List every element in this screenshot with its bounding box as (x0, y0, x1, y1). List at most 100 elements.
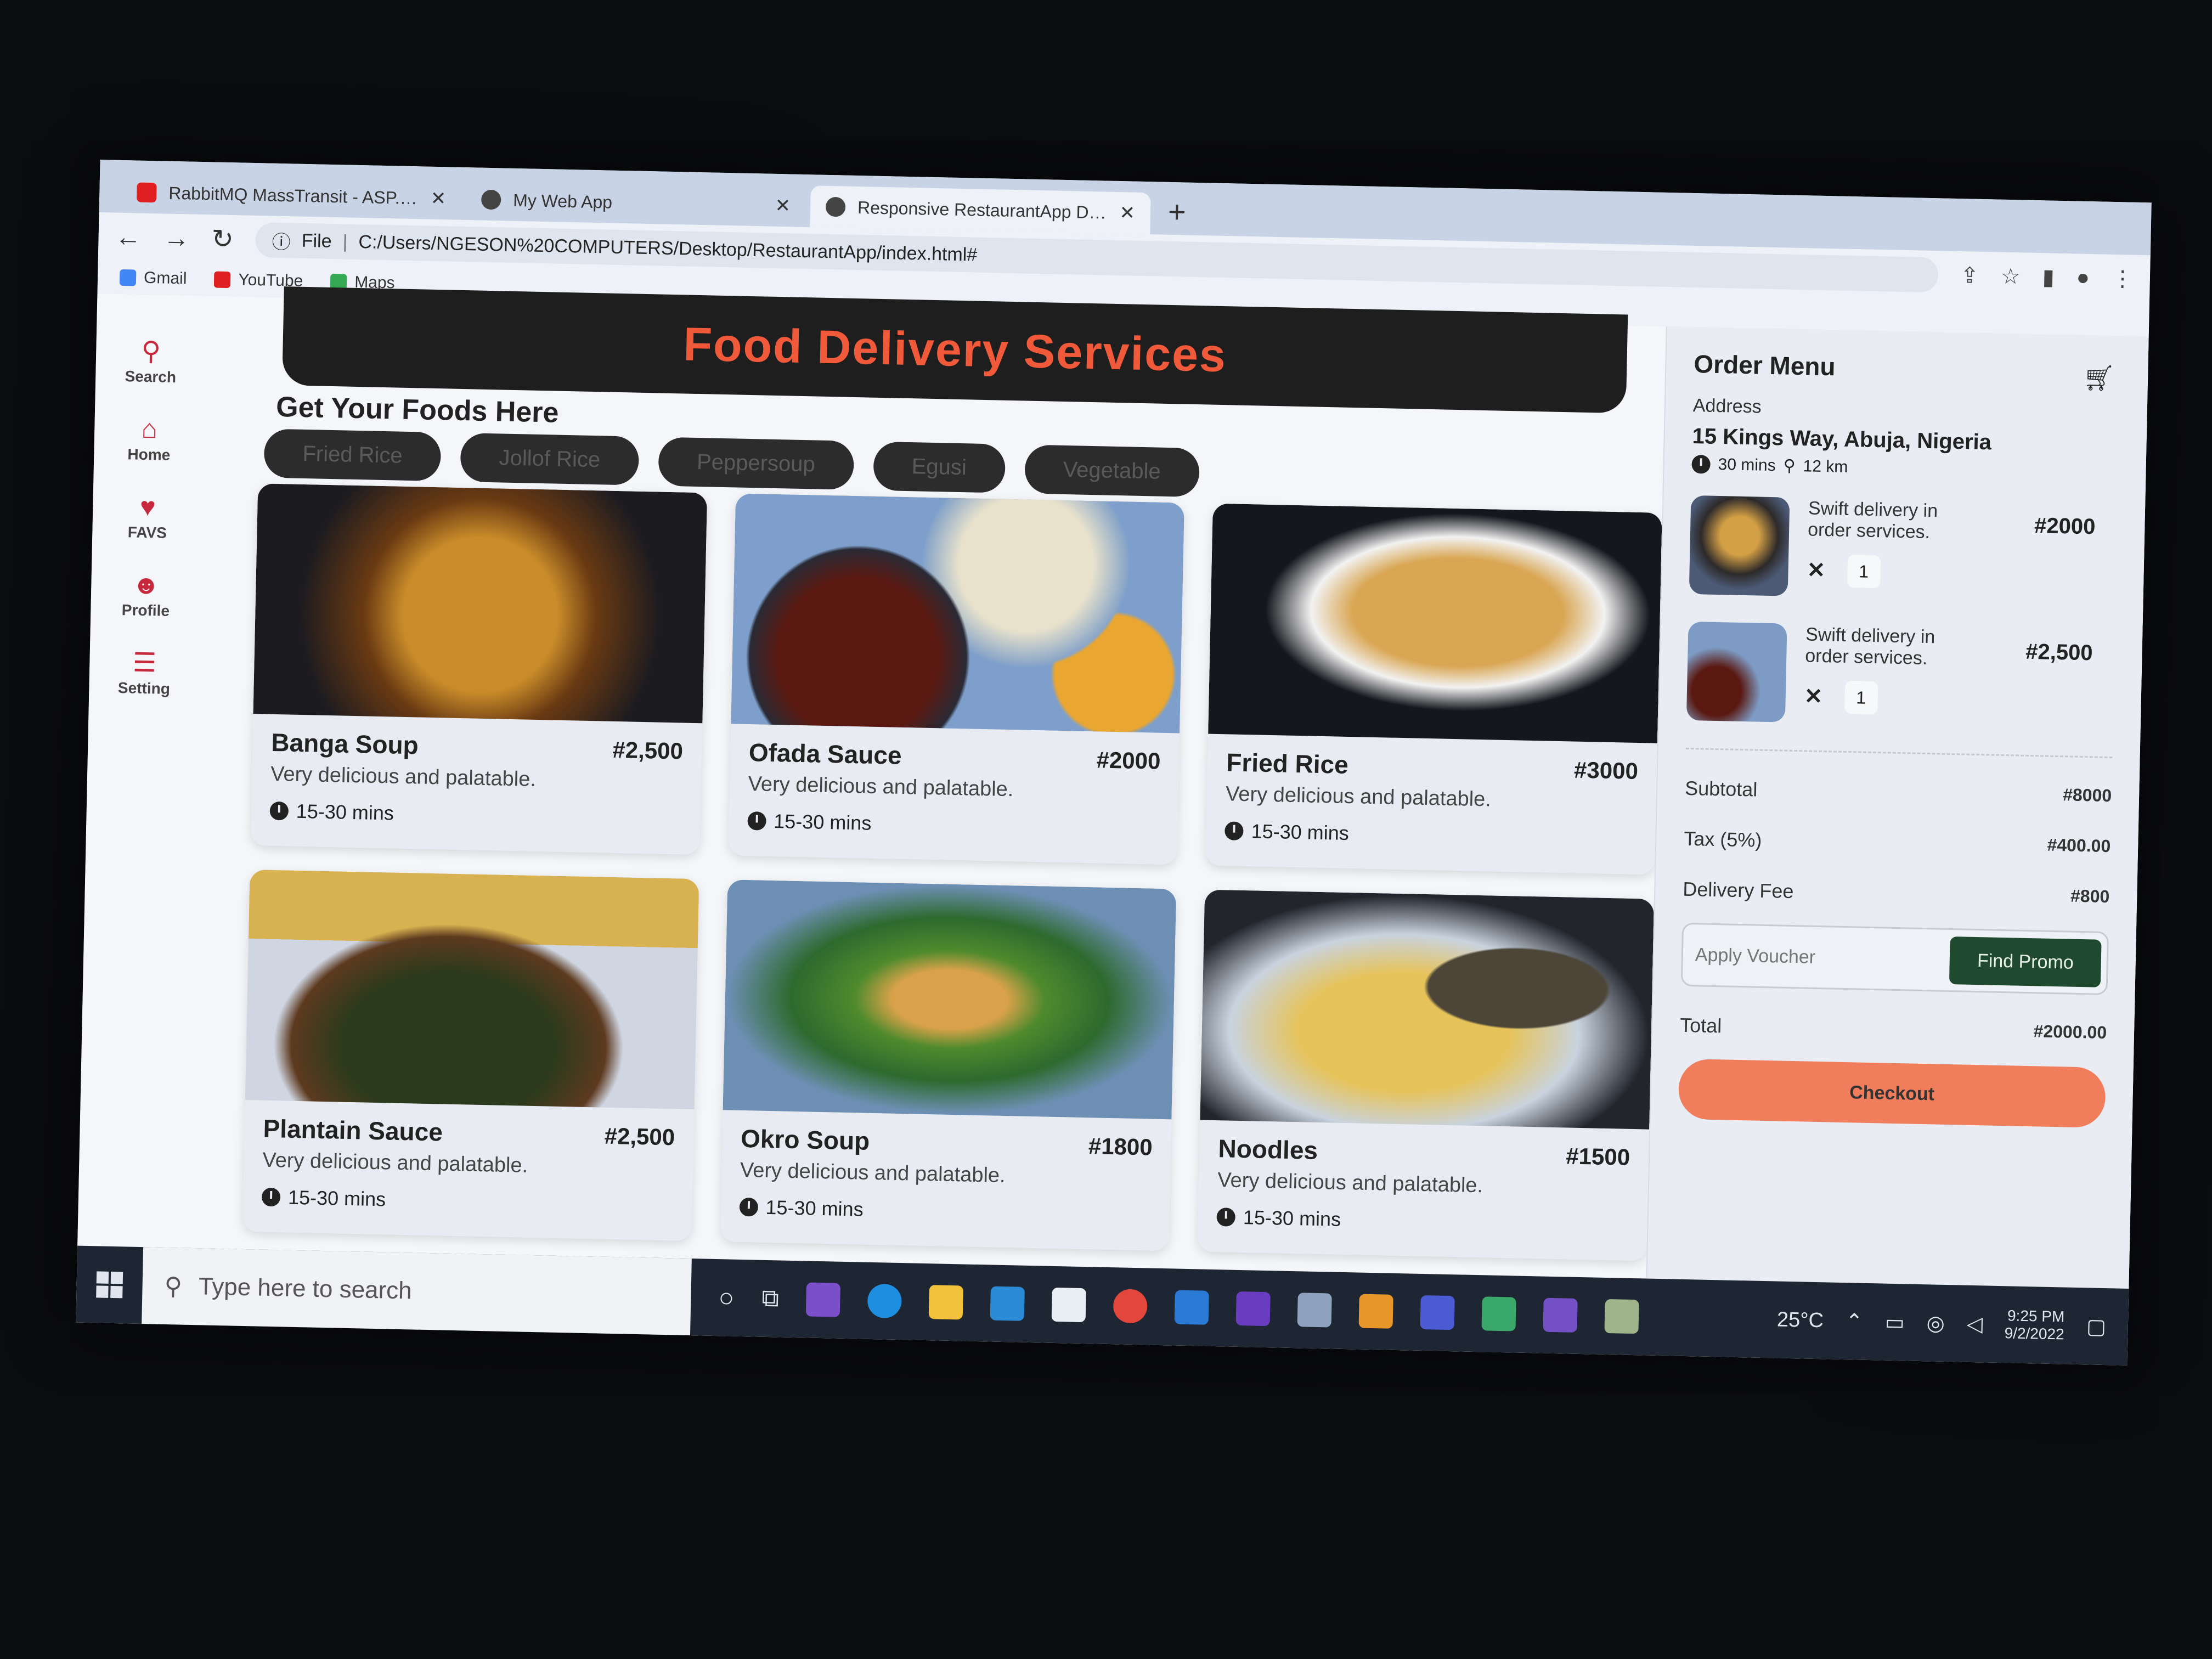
visual-studio-icon[interactable] (806, 1282, 841, 1317)
volume-icon[interactable]: ◁ (1966, 1311, 1983, 1336)
tab-my-web-app[interactable]: My Web App ✕ (465, 178, 806, 227)
sidebar-item-setting[interactable]: ☰ Setting (118, 648, 171, 698)
bookmark-star-icon[interactable]: ☆ (2000, 264, 2021, 290)
teams-icon[interactable] (1420, 1295, 1455, 1330)
tax-label: Tax (5%) (1683, 827, 1762, 851)
clock-icon (739, 1197, 758, 1217)
filter-chip[interactable]: Egusi (872, 441, 1006, 493)
food-card[interactable]: Banga Soup #2,500 Very delicious and pal… (250, 483, 707, 855)
laptop-screen: RabbitMQ MassTransit - ASP.NET ✕ My Web … (76, 160, 2152, 1365)
food-image (245, 870, 699, 1110)
clock-icon (1224, 821, 1244, 840)
tab-rabbitmq[interactable]: RabbitMQ MassTransit - ASP.NET ✕ (121, 171, 462, 220)
menu-dots-icon[interactable]: ⋮ (2111, 266, 2134, 292)
filter-chip[interactable]: Jollof Rice (460, 432, 640, 486)
package-icon[interactable] (1604, 1299, 1640, 1334)
task-view-icon[interactable]: ⧉ (761, 1285, 779, 1313)
search-icon: ⚲ (141, 336, 161, 366)
clock-icon (1691, 454, 1711, 474)
battery-icon[interactable]: ▭ (1884, 1310, 1905, 1335)
network-icon[interactable]: ◎ (1926, 1311, 1945, 1336)
sublime-icon[interactable] (1358, 1294, 1394, 1329)
vscode-icon[interactable] (990, 1286, 1025, 1321)
info-icon[interactable]: ⓘ (272, 227, 291, 254)
cart-icon[interactable]: 🛒︎ (2083, 363, 2115, 393)
sliders-icon: ☰ (132, 648, 157, 678)
weather-text[interactable]: 25°C (1777, 1308, 1824, 1333)
app-icon[interactable] (1297, 1293, 1333, 1328)
total-value: #2000.00 (2033, 1021, 2107, 1043)
mail-icon[interactable] (1175, 1290, 1210, 1325)
food-price: #1800 (1088, 1133, 1153, 1160)
food-price: #3000 (1573, 757, 1639, 785)
share-icon[interactable]: ⇪ (1960, 263, 1979, 289)
sidebar-item-home[interactable]: ⌂ Home (127, 415, 171, 464)
subtotal-row: Subtotal #8000 (1685, 777, 2112, 809)
food-card[interactable]: Ofada Sauce #2000 Very delicious and pal… (727, 493, 1185, 865)
checkout-button[interactable]: Checkout (1678, 1058, 2106, 1128)
voucher-box: Find Promo (1680, 922, 2109, 996)
filter-chip[interactable]: Peppersoup (658, 437, 854, 490)
new-tab-button[interactable]: + (1154, 193, 1199, 235)
cortana-icon[interactable]: ○ (718, 1283, 735, 1313)
quantity-field[interactable]: 1 (1847, 554, 1881, 589)
side-panel-icon[interactable]: ▮ (2042, 264, 2055, 290)
sidebar-item-label: Profile (121, 601, 170, 619)
eta-text: 30 mins (1718, 455, 1776, 475)
food-card[interactable]: Noodles #1500 Very delicious and palatab… (1197, 889, 1655, 1261)
order-item-description: Swift delivery in order services. (1807, 498, 1938, 543)
file-explorer-icon[interactable] (929, 1285, 964, 1320)
remove-item-icon[interactable]: ✕ (1804, 684, 1822, 709)
food-description: Very delicious and palatable. (748, 772, 1014, 802)
voucher-input[interactable] (1694, 943, 1950, 972)
url-separator: | (342, 230, 348, 252)
store-icon[interactable] (1052, 1287, 1087, 1323)
food-description: Very delicious and palatable. (262, 1148, 528, 1177)
tab-restaurant-app[interactable]: Responsive RestaurantApp Dashb ✕ (810, 185, 1151, 235)
order-item: Swift delivery in order services. ✕ 1 #2… (1689, 495, 2118, 603)
system-tray: 25°C ⌃ ▭ ◎ ◁ 9:25 PM 9/2/2022 ▢ (1776, 1302, 2128, 1345)
reload-icon[interactable]: ↻ (211, 223, 234, 255)
chrome-icon[interactable] (1113, 1289, 1148, 1324)
search-icon: ⚲ (164, 1272, 183, 1300)
taskbar-clock[interactable]: 9:25 PM 9/2/2022 (2004, 1307, 2064, 1343)
tax-row: Tax (5%) #400.00 (1684, 827, 2111, 859)
restaurant-app: ⚲ Search ⌂ Home ♥ FAVS ☻ Profile ☰ Setti… (77, 286, 2149, 1289)
food-card[interactable]: Okro Soup #1800 Very delicious and palat… (720, 879, 1177, 1251)
sidebar-item-search[interactable]: ⚲ Search (125, 336, 177, 386)
delivery-time: 15-30 mins (261, 1186, 674, 1217)
back-arrow-icon[interactable]: ← (115, 222, 142, 252)
food-card[interactable]: Fried Rice #3000 Very delicious and pala… (1205, 503, 1662, 875)
total-label: Total (1679, 1013, 1722, 1037)
remove-item-icon[interactable]: ✕ (1807, 557, 1825, 583)
clock-icon (747, 811, 766, 831)
youtube-icon (214, 271, 231, 289)
find-promo-button[interactable]: Find Promo (1949, 936, 2102, 988)
edge-icon[interactable] (867, 1283, 902, 1319)
tax-value: #400.00 (2047, 834, 2111, 856)
forward-arrow-icon[interactable]: → (163, 223, 190, 253)
sidebar-item-profile[interactable]: ☻ Profile (121, 570, 171, 620)
visual-studio-3-icon[interactable] (1543, 1297, 1578, 1333)
visual-studio-2-icon[interactable] (1235, 1291, 1271, 1327)
start-button[interactable] (76, 1271, 143, 1299)
close-tab-icon[interactable]: ✕ (1119, 202, 1135, 224)
bookmark-gmail[interactable]: Gmail (119, 268, 187, 289)
profile-avatar-icon[interactable]: ● (2076, 266, 2090, 291)
git-icon[interactable] (1481, 1296, 1517, 1331)
close-tab-icon[interactable]: ✕ (430, 188, 446, 210)
toolbar-icons: ⇪ ☆ ▮ ● ⋮ (1960, 263, 2134, 292)
quantity-field[interactable]: 1 (1844, 680, 1878, 715)
food-description: Very delicious and palatable. (270, 762, 537, 791)
user-icon: ☻ (132, 570, 161, 600)
taskbar-search[interactable]: ⚲ Type here to search (142, 1247, 692, 1336)
sidebar-item-favs[interactable]: ♥ FAVS (128, 493, 168, 541)
filter-chip[interactable]: Fried Rice (263, 428, 442, 482)
food-card[interactable]: Plantain Sauce #2,500 Very delicious and… (242, 870, 699, 1242)
close-tab-icon[interactable]: ✕ (775, 195, 791, 217)
notification-icon[interactable]: ▢ (2086, 1314, 2107, 1339)
filter-chip[interactable]: Vegetable (1024, 444, 1200, 498)
chevron-up-icon[interactable]: ⌃ (1845, 1309, 1863, 1334)
sidebar-item-label: Search (125, 368, 177, 386)
food-description: Very delicious and palatable. (740, 1158, 1006, 1188)
